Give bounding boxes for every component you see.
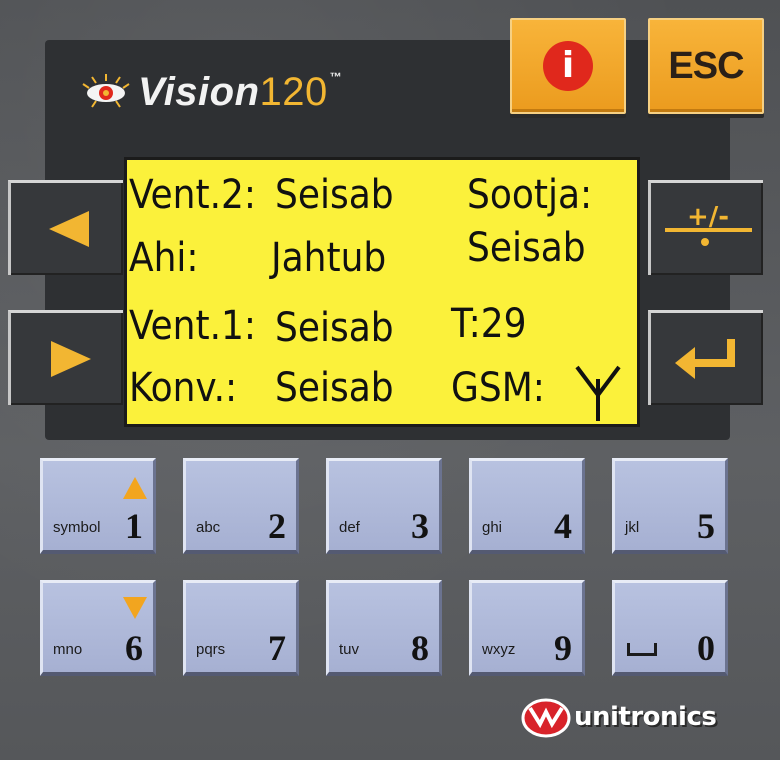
vent1-status: Seisab bbox=[275, 305, 394, 351]
antenna-icon bbox=[575, 365, 621, 421]
key-number: 7 bbox=[268, 628, 286, 668]
oven-status: Jahtub bbox=[271, 235, 387, 281]
heater-label: Sootja: bbox=[467, 172, 593, 218]
gsm-label: GSM: bbox=[451, 365, 545, 411]
left-arrow-button[interactable] bbox=[8, 180, 123, 275]
esc-label: ESC bbox=[668, 45, 744, 87]
key-3[interactable]: def 3 bbox=[326, 458, 442, 554]
plus-minus-label: +/- bbox=[687, 202, 729, 232]
right-arrow-button[interactable] bbox=[8, 310, 123, 405]
convector-status: Seisab bbox=[275, 365, 394, 411]
enter-button[interactable] bbox=[648, 310, 763, 405]
eye-logo-icon bbox=[82, 74, 130, 108]
vent2-status: Seisab bbox=[275, 172, 394, 218]
arrow-left-icon bbox=[49, 211, 89, 247]
unitronics-mark-icon bbox=[521, 698, 571, 738]
logo-number: 120 bbox=[259, 69, 328, 114]
key-letters: wxyz bbox=[482, 641, 516, 658]
model-name: Vision120 ™ bbox=[138, 70, 342, 115]
info-button[interactable]: i bbox=[510, 18, 626, 114]
enter-icon bbox=[675, 339, 735, 379]
trademark: ™ bbox=[329, 69, 343, 84]
key-number: 4 bbox=[554, 506, 572, 546]
arrow-right-icon bbox=[51, 341, 91, 377]
key-letters: abc bbox=[196, 519, 221, 536]
key-number: 3 bbox=[411, 506, 429, 546]
key-5[interactable]: jkl 5 bbox=[612, 458, 728, 554]
key-0[interactable]: 0 bbox=[612, 580, 728, 676]
heater-status: Seisab bbox=[467, 225, 586, 271]
vision-logo: Vision120 ™ bbox=[80, 62, 342, 122]
arrow-down-icon bbox=[123, 597, 147, 619]
key-6[interactable]: mno 6 bbox=[40, 580, 156, 676]
key-letters: symbol bbox=[53, 519, 101, 536]
key-2[interactable]: abc 2 bbox=[183, 458, 299, 554]
plus-minus-button[interactable]: +/- bbox=[648, 180, 763, 275]
key-letters: tuv bbox=[339, 641, 360, 658]
temperature-readout: T:29 bbox=[451, 301, 527, 347]
brand-name: unitronics bbox=[574, 702, 717, 732]
key-letters: ghi bbox=[482, 519, 503, 536]
key-letters: def bbox=[339, 519, 360, 536]
key-number: 5 bbox=[697, 506, 715, 546]
vent2-label: Vent.2: bbox=[129, 172, 257, 218]
key-number: 2 bbox=[268, 506, 286, 546]
plc-device: Vision120 ™ i ESC +/- Vent.2: Seisab Soot… bbox=[0, 0, 780, 760]
key-8[interactable]: tuv 8 bbox=[326, 580, 442, 676]
plus-minus-icon: +/- bbox=[665, 202, 752, 246]
key-9[interactable]: wxyz 9 bbox=[469, 580, 585, 676]
arrow-up-icon bbox=[123, 477, 147, 499]
key-number: 9 bbox=[554, 628, 572, 668]
key-4[interactable]: ghi 4 bbox=[469, 458, 585, 554]
key-number: 8 bbox=[411, 628, 429, 668]
key-letters: jkl bbox=[625, 519, 640, 536]
vent1-label: Vent.1: bbox=[129, 303, 257, 349]
convector-label: Konv.: bbox=[129, 365, 238, 411]
logo-text: Vision bbox=[138, 69, 260, 114]
space-icon bbox=[627, 643, 657, 656]
info-icon: i bbox=[543, 41, 593, 91]
key-number: 1 bbox=[125, 506, 143, 546]
lcd-display: Vent.2: Seisab Sootja: Ahi: Jahtub Seisa… bbox=[124, 157, 640, 427]
key-7[interactable]: pqrs 7 bbox=[183, 580, 299, 676]
esc-button[interactable]: ESC bbox=[648, 18, 764, 114]
key-letters: mno bbox=[53, 641, 83, 658]
unitronics-logo: unitronics bbox=[520, 692, 717, 742]
key-1[interactable]: symbol 1 bbox=[40, 458, 156, 554]
key-number: 6 bbox=[125, 628, 143, 668]
oven-label: Ahi: bbox=[129, 235, 199, 281]
key-letters: pqrs bbox=[196, 641, 226, 658]
key-number: 0 bbox=[697, 628, 715, 668]
